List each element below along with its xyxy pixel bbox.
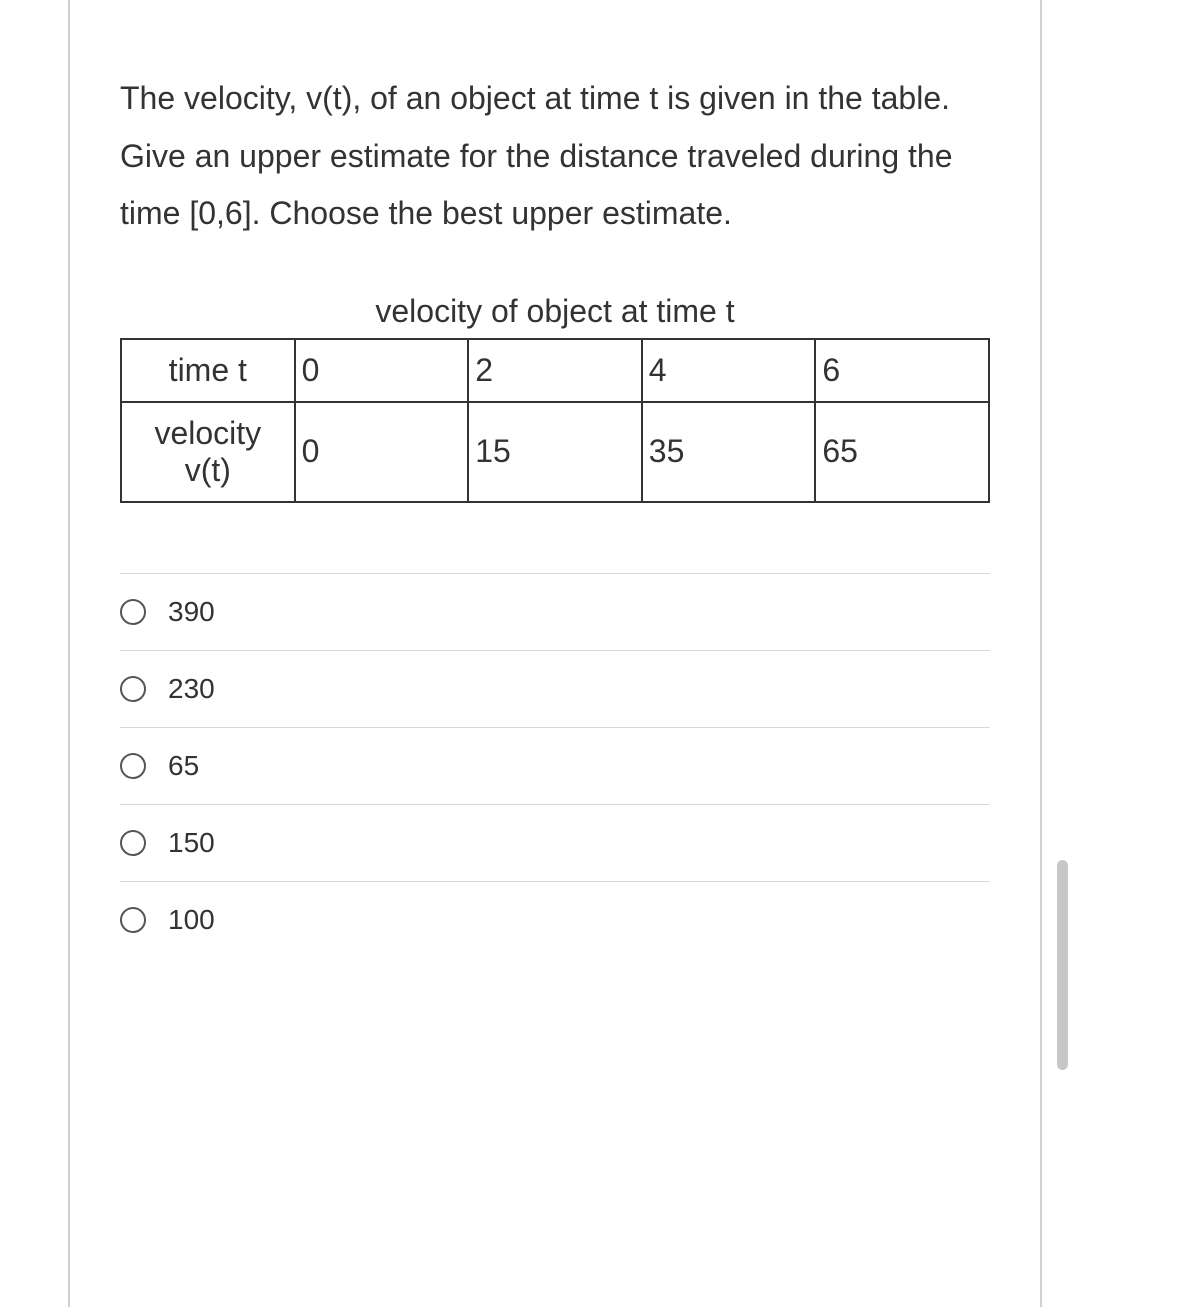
table-row: velocity v(t) 0 15 35 65 xyxy=(121,402,989,502)
option-label: 100 xyxy=(168,904,215,936)
row-label: velocity v(t) xyxy=(121,402,295,502)
option-row[interactable]: 150 xyxy=(120,804,990,881)
table-row: time t 0 2 4 6 xyxy=(121,339,989,402)
question-text: The velocity, v(t), of an object at time… xyxy=(120,70,990,243)
table-caption: velocity of object at time t xyxy=(120,293,990,330)
option-label: 65 xyxy=(168,750,199,782)
option-label: 390 xyxy=(168,596,215,628)
radio-icon[interactable] xyxy=(120,753,146,779)
table-cell: 15 xyxy=(468,402,642,502)
scrollbar-thumb[interactable] xyxy=(1057,860,1068,1070)
radio-icon[interactable] xyxy=(120,676,146,702)
table-cell: 0 xyxy=(295,402,469,502)
option-row[interactable]: 230 xyxy=(120,650,990,727)
table-cell: 2 xyxy=(468,339,642,402)
question-container: The velocity, v(t), of an object at time… xyxy=(68,0,1042,1307)
table-cell: 6 xyxy=(815,339,989,402)
table-cell: 4 xyxy=(642,339,816,402)
velocity-table: time t 0 2 4 6 velocity v(t) 0 15 35 65 xyxy=(120,338,990,503)
radio-icon[interactable] xyxy=(120,830,146,856)
option-label: 230 xyxy=(168,673,215,705)
row-label: time t xyxy=(121,339,295,402)
option-label: 150 xyxy=(168,827,215,859)
answer-options: 390 230 65 150 100 xyxy=(120,573,990,958)
option-row[interactable]: 390 xyxy=(120,573,990,650)
table-cell: 65 xyxy=(815,402,989,502)
option-row[interactable]: 65 xyxy=(120,727,990,804)
radio-icon[interactable] xyxy=(120,907,146,933)
table-cell: 35 xyxy=(642,402,816,502)
radio-icon[interactable] xyxy=(120,599,146,625)
table-cell: 0 xyxy=(295,339,469,402)
option-row[interactable]: 100 xyxy=(120,881,990,958)
